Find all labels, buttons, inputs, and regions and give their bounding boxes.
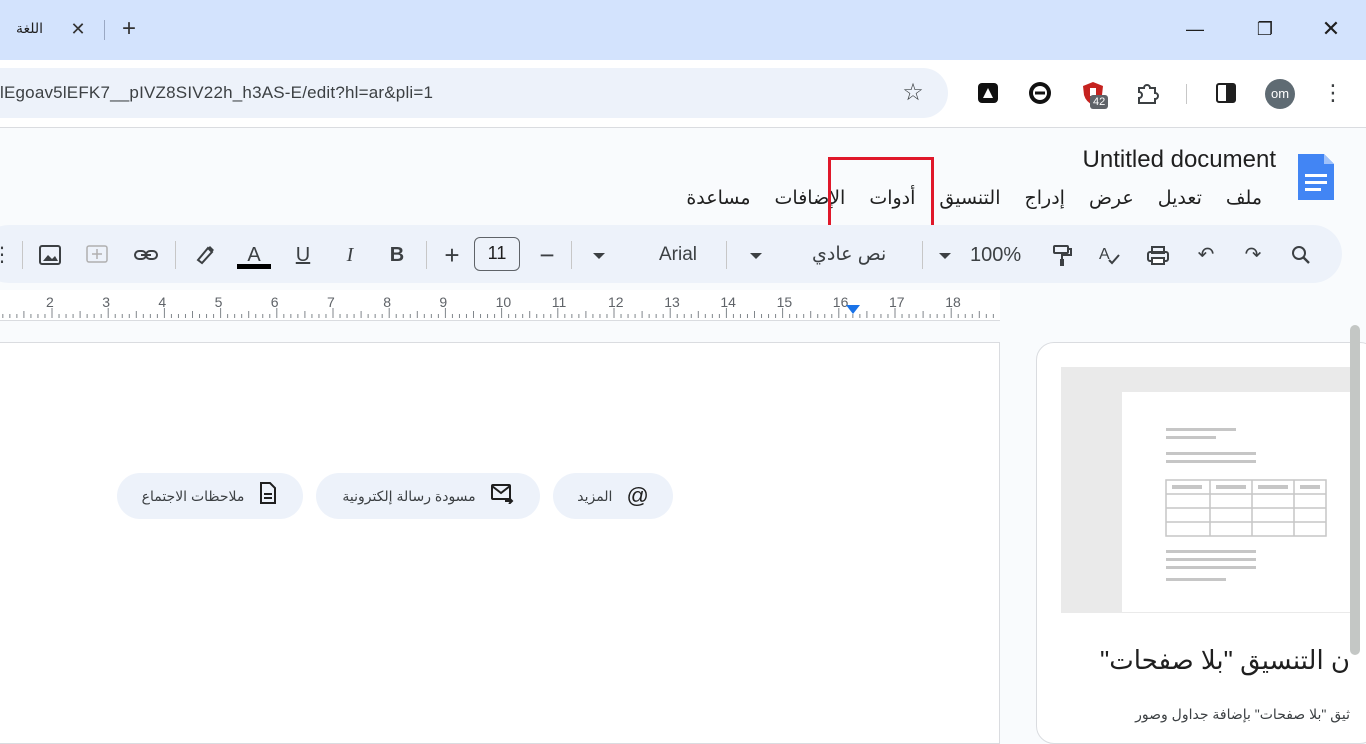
menu-format[interactable]: التنسيق	[927, 185, 1012, 213]
bold-button[interactable]: B	[385, 240, 409, 270]
extension-a-icon[interactable]	[975, 80, 1001, 106]
font-size-input[interactable]: 11	[474, 237, 520, 271]
menu-help[interactable]: مساعدة	[674, 185, 762, 213]
ruler-number: 14	[720, 294, 736, 310]
ruler-number: 5	[214, 294, 223, 310]
chip-meeting-notes[interactable]: ملاحظات الاجتماع	[117, 473, 303, 519]
chip-more[interactable]: @ المزيد	[553, 473, 673, 519]
print-icon[interactable]	[1144, 240, 1172, 270]
email-draft-icon	[490, 482, 514, 510]
chip-email-label: مسودة رسالة إلكترونية	[342, 487, 476, 504]
new-tab-button[interactable]: +	[118, 14, 140, 44]
tab-title[interactable]: اللغة	[16, 20, 43, 37]
promo-description: ثيق "بلا صفحات" بإضافة جداول وصور	[1135, 706, 1350, 722]
restore-button[interactable]: ❐	[1250, 14, 1280, 44]
highlight-pen-icon[interactable]	[192, 240, 218, 270]
ruler-number: 10	[495, 294, 512, 310]
chip-more-label: المزيد	[577, 487, 613, 504]
right-indent-marker[interactable]	[846, 305, 860, 314]
toolbar-separator	[726, 241, 727, 269]
ruler-number: 8	[383, 294, 391, 310]
style-caret-icon[interactable]	[750, 253, 762, 259]
toolbar-separator	[175, 241, 176, 269]
toolbar-separator	[922, 241, 923, 269]
bookmark-star-icon[interactable]: ☆	[900, 80, 926, 106]
text-color-swatch	[237, 264, 271, 269]
menu-insert[interactable]: إدراج	[1012, 185, 1076, 213]
ruler-number: 9	[439, 294, 448, 310]
extension-minus-icon[interactable]	[1027, 80, 1053, 106]
document-title[interactable]: Untitled document	[1083, 146, 1276, 174]
ruler-number: 7	[327, 294, 335, 310]
spellcheck-icon[interactable]: A	[1096, 240, 1122, 270]
ruler-number: 11	[551, 294, 567, 310]
minimize-button[interactable]: —	[1180, 14, 1210, 44]
zoom-caret-icon[interactable]	[939, 253, 951, 259]
ruler-number: 18	[945, 294, 961, 310]
svg-text:A: A	[1099, 246, 1110, 263]
url-text[interactable]: lEgoav5lEFK7__pIVZ8SIV22h_h3AS-E/edit?hl…	[0, 83, 433, 103]
toolbar-divider	[1186, 84, 1187, 104]
undo-icon[interactable]: ↶	[1193, 240, 1219, 270]
chip-notes-label: ملاحظات الاجتماع	[141, 487, 245, 504]
toolbar-separator	[426, 241, 427, 269]
menu-kebab-icon[interactable]: ⋮	[1322, 78, 1344, 108]
font-caret-icon[interactable]	[593, 253, 605, 259]
underline-button[interactable]: U	[291, 240, 315, 270]
ruler-number: 15	[776, 294, 793, 310]
document-page[interactable]	[0, 342, 1000, 744]
document-icon	[258, 481, 278, 511]
search-menus-icon[interactable]	[1287, 240, 1315, 270]
ruler-number: 17	[889, 294, 905, 310]
ruler-number: 4	[158, 294, 167, 310]
increase-font-size-icon[interactable]: +	[440, 240, 464, 270]
menu-file[interactable]: ملف	[1214, 185, 1274, 213]
promo-preview-paper	[1122, 392, 1362, 612]
toolbar-separator	[22, 241, 23, 269]
menu-edit[interactable]: تعديل	[1146, 185, 1214, 213]
more-toolbar-icon[interactable]: ⋮	[0, 240, 12, 270]
font-select[interactable]: Arial	[659, 240, 697, 270]
zoom-select[interactable]: 100%	[970, 240, 1021, 270]
insert-link-icon[interactable]	[132, 240, 160, 270]
docs-menubar: ملف تعديل عرض إدراج التنسيق أدوات الإضاف…	[674, 185, 1274, 213]
extensions-puzzle-icon[interactable]	[1134, 80, 1160, 106]
profile-avatar[interactable]: om	[1265, 79, 1295, 109]
chrome-divider	[0, 127, 1366, 128]
side-panel-icon[interactable]	[1213, 80, 1239, 106]
ruler-number: 13	[664, 294, 680, 310]
ruler-number: 12	[608, 294, 624, 310]
promo-title: ن التنسيق "بلا صفحات"	[1100, 645, 1350, 675]
paragraph-style-select[interactable]: نص عادي	[812, 240, 886, 270]
close-window-button[interactable]: ✕	[1316, 14, 1346, 44]
extension-badge: 42	[1090, 95, 1109, 109]
at-sign-icon: @	[626, 483, 649, 508]
ruler-number: 2	[46, 294, 54, 310]
add-comment-icon[interactable]	[84, 240, 110, 270]
tab-divider	[104, 20, 105, 40]
ruler-number: 6	[270, 294, 279, 310]
insert-image-icon[interactable]	[37, 240, 63, 270]
tab-strip	[0, 0, 1366, 60]
menu-view[interactable]: عرض	[1077, 185, 1146, 213]
toolbar-separator	[571, 241, 572, 269]
docs-logo-icon[interactable]	[1296, 152, 1336, 202]
paint-format-icon[interactable]	[1048, 240, 1076, 270]
redo-icon[interactable]: ↷	[1240, 240, 1266, 270]
italic-button[interactable]: I	[338, 240, 362, 270]
vertical-scrollbar[interactable]	[1350, 325, 1360, 655]
ruler-number: 3	[102, 294, 110, 310]
decrease-font-size-icon[interactable]: −	[535, 240, 559, 270]
chip-email-draft[interactable]: مسودة رسالة إلكترونية	[316, 473, 540, 519]
tab-close-icon[interactable]: ✕	[68, 16, 88, 42]
